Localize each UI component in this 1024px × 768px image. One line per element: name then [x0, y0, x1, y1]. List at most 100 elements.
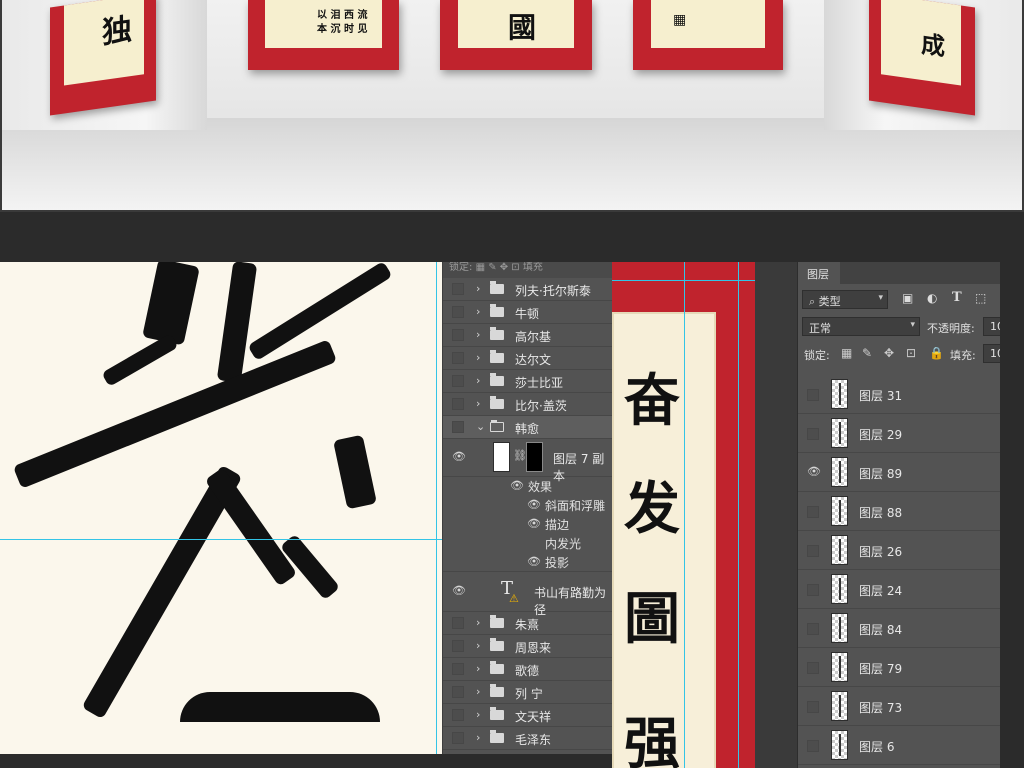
- eye-icon[interactable]: 👁: [527, 517, 541, 530]
- layer-row[interactable]: 图层 73: [798, 687, 1000, 726]
- visibility-toggle[interactable]: [807, 623, 819, 635]
- effect-row[interactable]: 👁 描边: [443, 515, 612, 534]
- chevron-right-icon[interactable]: ›: [476, 616, 480, 629]
- layer-group-row[interactable]: › 莎士比亚: [443, 370, 612, 393]
- type-filter-icon[interactable]: T: [952, 290, 962, 305]
- link-icon[interactable]: ⛓: [513, 449, 527, 462]
- chevron-right-icon[interactable]: ›: [476, 305, 480, 318]
- chevron-right-icon[interactable]: ›: [476, 328, 480, 341]
- layer-group-row[interactable]: › 高尔基: [443, 324, 612, 347]
- lock-move-icon[interactable]: ✥: [884, 346, 894, 360]
- chevron-right-icon[interactable]: ›: [476, 397, 480, 410]
- layer-group-row[interactable]: › 歌德: [443, 658, 612, 681]
- layer-mask-thumbnail[interactable]: [526, 442, 543, 472]
- chevron-right-icon[interactable]: ›: [476, 351, 480, 364]
- layer-group-row[interactable]: › 达尔文: [443, 347, 612, 370]
- layer-row[interactable]: 图层 29: [798, 414, 1000, 453]
- guide-vertical[interactable]: [436, 262, 437, 754]
- layer-group-row[interactable]: › 列 宁: [443, 681, 612, 704]
- fill-input[interactable]: 100: [983, 344, 1000, 363]
- layer-group-row[interactable]: › 文天祥: [443, 704, 612, 727]
- document-canvas[interactable]: [0, 262, 442, 754]
- visibility-toggle[interactable]: [807, 584, 819, 596]
- visibility-toggle[interactable]: [452, 686, 464, 698]
- blend-mode-select[interactable]: 正常 ▾: [802, 317, 920, 336]
- visibility-toggle[interactable]: [807, 389, 819, 401]
- chevron-right-icon[interactable]: ›: [476, 374, 480, 387]
- lock-paint-icon[interactable]: ✎: [862, 346, 872, 360]
- visibility-toggle[interactable]: [452, 617, 464, 629]
- visibility-toggle[interactable]: [452, 709, 464, 721]
- chevron-right-icon[interactable]: ›: [476, 639, 480, 652]
- chevron-down-icon[interactable]: ⌄: [476, 420, 485, 433]
- lock-transparent-icon[interactable]: ▦: [841, 346, 852, 360]
- tab-layers[interactable]: 图层: [798, 262, 840, 284]
- layer-group-row-open[interactable]: ⌄ 韩愈: [443, 416, 612, 439]
- visibility-toggle[interactable]: [452, 398, 464, 410]
- layer-group-row[interactable]: › 周恩来: [443, 635, 612, 658]
- visibility-toggle[interactable]: [807, 506, 819, 518]
- visibility-toggle[interactable]: [807, 428, 819, 440]
- adjustment-filter-icon[interactable]: ◐: [927, 291, 937, 305]
- layer-row[interactable]: 图层 31: [798, 375, 1000, 414]
- document-preview-scroll[interactable]: 奋 发 圖 强: [612, 262, 755, 768]
- guide-horizontal[interactable]: [612, 280, 755, 281]
- layer-row[interactable]: 图层 6: [798, 726, 1000, 765]
- visibility-toggle[interactable]: [452, 283, 464, 295]
- visibility-toggle[interactable]: [452, 306, 464, 318]
- effect-row[interactable]: 内发光: [443, 534, 612, 553]
- visibility-toggle[interactable]: [452, 375, 464, 387]
- layer-row[interactable]: 图层 26: [798, 531, 1000, 570]
- visibility-toggle[interactable]: [807, 701, 819, 713]
- guide-horizontal[interactable]: [0, 539, 442, 540]
- opacity-input[interactable]: 100: [983, 317, 1000, 336]
- visibility-toggle[interactable]: [452, 352, 464, 364]
- visibility-toggle[interactable]: [807, 662, 819, 674]
- visibility-toggle[interactable]: [452, 663, 464, 675]
- visibility-toggle[interactable]: [452, 329, 464, 341]
- visibility-toggle[interactable]: [452, 640, 464, 652]
- lock-icons[interactable]: ▦ ✎ ✥ ⊡: [476, 262, 523, 273]
- layer-group-row[interactable]: › 牛顿: [443, 301, 612, 324]
- eye-icon[interactable]: 👁: [510, 479, 524, 492]
- layer-group-row[interactable]: › 毛泽东: [443, 727, 612, 750]
- visibility-toggle[interactable]: [807, 740, 819, 752]
- lock-artboard-icon[interactable]: ⊡: [906, 346, 916, 360]
- floating-layers-panel[interactable]: 锁定: ▦ ✎ ✥ ⊡ 填充 › 列夫·托尔斯泰 › 牛顿 › 高尔基 › 达尔…: [442, 262, 612, 754]
- image-filter-icon[interactable]: ▣: [902, 291, 913, 305]
- layer-row[interactable]: 👁 图层 89: [798, 453, 1000, 492]
- chevron-right-icon[interactable]: ›: [476, 685, 480, 698]
- eye-icon[interactable]: 👁: [527, 555, 541, 568]
- chevron-right-icon[interactable]: ›: [476, 662, 480, 675]
- eye-icon[interactable]: 👁: [452, 450, 466, 463]
- layer-row[interactable]: 图层 88: [798, 492, 1000, 531]
- layer-row[interactable]: 图层 79: [798, 648, 1000, 687]
- chevron-right-icon[interactable]: ›: [476, 282, 480, 295]
- filter-kind-select[interactable]: ⌕ 类型 ▾: [802, 290, 888, 309]
- guide-vertical[interactable]: [738, 262, 739, 768]
- visibility-toggle[interactable]: [807, 545, 819, 557]
- guide-vertical[interactable]: [684, 262, 685, 768]
- visibility-toggle[interactable]: [452, 732, 464, 744]
- effect-row[interactable]: 👁 斜面和浮雕: [443, 496, 612, 515]
- layer-group-row[interactable]: › 朱熹: [443, 612, 612, 635]
- layers-panel[interactable]: 图层 ⌕ 类型 ▾ ▣ ◐ T ⬚ 正常 ▾ 不透明度: 100 锁定: ▦ ✎…: [797, 262, 1000, 768]
- selected-layer-row[interactable]: 👁 ⛓ 图层 7 副本: [443, 439, 612, 483]
- layer-thumbnail: [831, 418, 848, 448]
- layer-group-row[interactable]: › 比尔·盖茨: [443, 393, 612, 416]
- fill-label: 填充:: [950, 349, 976, 362]
- chevron-right-icon[interactable]: ›: [476, 708, 480, 721]
- eye-icon[interactable]: 👁: [452, 584, 466, 597]
- text-layer-row[interactable]: 👁 T ⚠ 书山有路勤为径: [443, 572, 612, 617]
- layer-row[interactable]: 图层 84: [798, 609, 1000, 648]
- layer-group-row[interactable]: › 列夫·托尔斯泰: [443, 278, 612, 301]
- chevron-right-icon[interactable]: ›: [476, 731, 480, 744]
- effect-row[interactable]: 👁 投影: [443, 553, 612, 572]
- layer-row[interactable]: 图层 24: [798, 570, 1000, 609]
- lock-all-icon[interactable]: 🔒: [929, 346, 944, 360]
- shape-filter-icon[interactable]: ⬚: [975, 291, 986, 305]
- eye-icon[interactable]: 👁: [527, 498, 541, 511]
- eye-icon[interactable]: 👁: [807, 465, 821, 478]
- visibility-toggle[interactable]: [452, 421, 464, 433]
- effects-row[interactable]: 👁 效果: [443, 477, 612, 496]
